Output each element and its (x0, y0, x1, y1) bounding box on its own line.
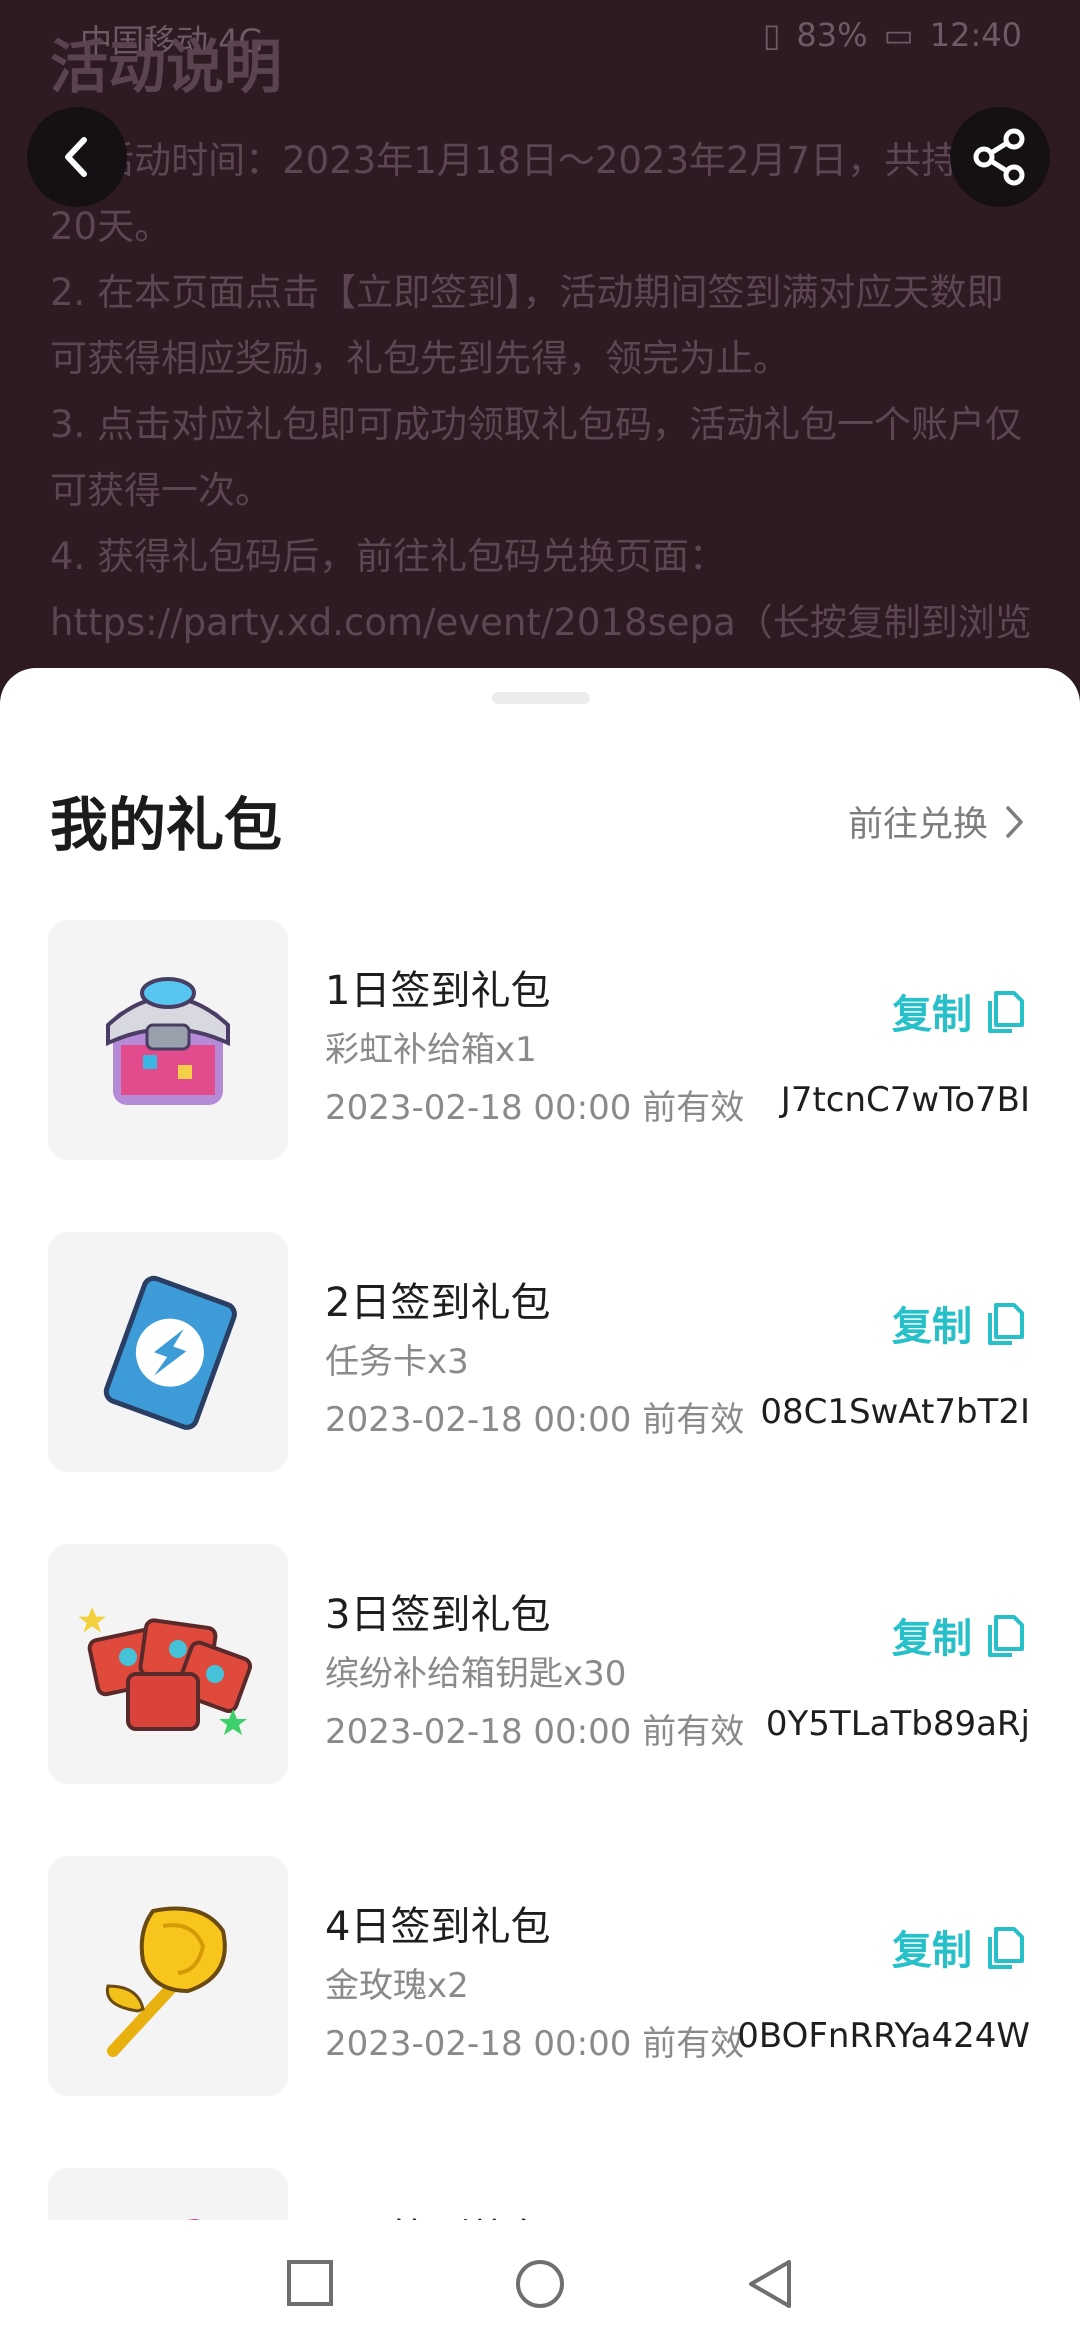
copy-button[interactable]: 复制 (892, 1294, 1028, 1352)
copy-label: 复制 (892, 1928, 972, 1974)
rule-2: 2. 在本页面点击【立即签到】，活动期间签到满对应天数即可获得相应奖励，礼包先到… (50, 271, 1004, 380)
goto-label: 前往兑换 (847, 805, 988, 845)
rule-1: 1. 活动时间：2023年1月18日～2023年2月7日，共持续20天。 (50, 139, 996, 248)
vibrate-icon: ▯ (762, 16, 781, 54)
recent-apps-icon[interactable] (285, 2258, 335, 2308)
clock: 12:40 (929, 16, 1022, 54)
rainbow-supply-box-image (48, 920, 288, 1160)
gift-expiry: 2023-02-18 00:00 前有效 (325, 2024, 745, 2064)
copy-label: 复制 (892, 992, 972, 1038)
background-page: 中国移动 4G ▯ 83% ▭ 12:40 活动说明 1. 活动时间：2023年… (0, 0, 1080, 720)
copy-icon (988, 1927, 1024, 1969)
copy-button[interactable]: 复制 (892, 982, 1028, 1040)
gift-sheet: 我的礼包 前往兑换 1日签到礼包 彩虹补给箱x1 2023-02-18 00:0… (0, 668, 1080, 2340)
gift-name: 3日签到礼包 (325, 1592, 551, 1638)
gift-name: 1日签到礼包 (325, 968, 551, 1014)
gift-code[interactable]: 08C1SwAt7bT2I (760, 1392, 1030, 1432)
gift-code[interactable]: 0BOFnRRYa424W (737, 2016, 1030, 2056)
gift-item[interactable]: 1日签到礼包 彩虹补给箱x1 2023-02-18 00:00 前有效 复制 J… (0, 920, 1080, 1160)
gift-expiry: 2023-02-18 00:00 前有效 (325, 1088, 745, 1128)
gift-code[interactable]: 0Y5TLaTb89aRj (766, 1704, 1030, 1744)
supply-box-key-image (48, 1544, 288, 1784)
activity-description: 1. 活动时间：2023年1月18日～2023年2月7日，共持续20天。 2. … (50, 128, 1035, 720)
copy-label: 复制 (892, 1616, 972, 1662)
gift-name: 4日签到礼包 (325, 1904, 551, 1950)
system-nav-bar (0, 2220, 1080, 2340)
battery-icon: ▭ (883, 16, 914, 54)
gift-item[interactable]: 3日签到礼包 缤纷补给箱钥匙x30 2023-02-18 00:00 前有效 复… (0, 1544, 1080, 1784)
goto-redeem-link[interactable]: 前往兑换 (848, 796, 1026, 847)
sheet-title: 我的礼包 (50, 791, 283, 859)
gift-code[interactable]: J7tcnC7wTo7BI (781, 1080, 1030, 1120)
copy-icon (988, 1303, 1024, 1345)
gift-name: 2日签到礼包 (325, 1280, 551, 1326)
chevron-left-icon (65, 137, 87, 177)
share-button[interactable] (950, 107, 1050, 207)
gift-expiry: 2023-02-18 00:00 前有效 (325, 1400, 745, 1440)
gift-desc: 缤纷补给箱钥匙x30 (325, 1654, 627, 1694)
golden-rose-image (48, 1856, 288, 2096)
task-card-image (48, 1232, 288, 1472)
gift-item[interactable]: 4日签到礼包 金玫瑰x2 2023-02-18 00:00 前有效 复制 0BO… (0, 1856, 1080, 2096)
gift-expiry: 2023-02-18 00:00 前有效 (325, 1712, 745, 1752)
copy-button[interactable]: 复制 (892, 1918, 1028, 1976)
gift-item[interactable]: 2日签到礼包 任务卡x3 2023-02-18 00:00 前有效 复制 08C… (0, 1232, 1080, 1472)
copy-button[interactable]: 复制 (892, 1606, 1028, 1664)
gift-desc: 金玫瑰x2 (325, 1966, 469, 2006)
back-button[interactable] (27, 107, 127, 207)
share-icon (973, 128, 1025, 186)
home-icon[interactable] (514, 2258, 566, 2310)
chevron-right-icon (1006, 805, 1023, 838)
copy-icon (988, 991, 1024, 1033)
sheet-handle[interactable] (492, 692, 590, 704)
gift-desc: 任务卡x3 (325, 1342, 469, 1382)
copy-label: 复制 (892, 1304, 972, 1350)
battery-percent: 83% (796, 16, 868, 54)
activity-title: 活动说明 (50, 33, 283, 101)
back-nav-icon[interactable] (745, 2258, 795, 2310)
gift-desc: 彩虹补给箱x1 (325, 1030, 537, 1070)
copy-icon (988, 1615, 1024, 1657)
rule-3: 3. 点击对应礼包即可成功领取礼包码，活动礼包一个账户仅可获得一次。 (50, 403, 1023, 512)
